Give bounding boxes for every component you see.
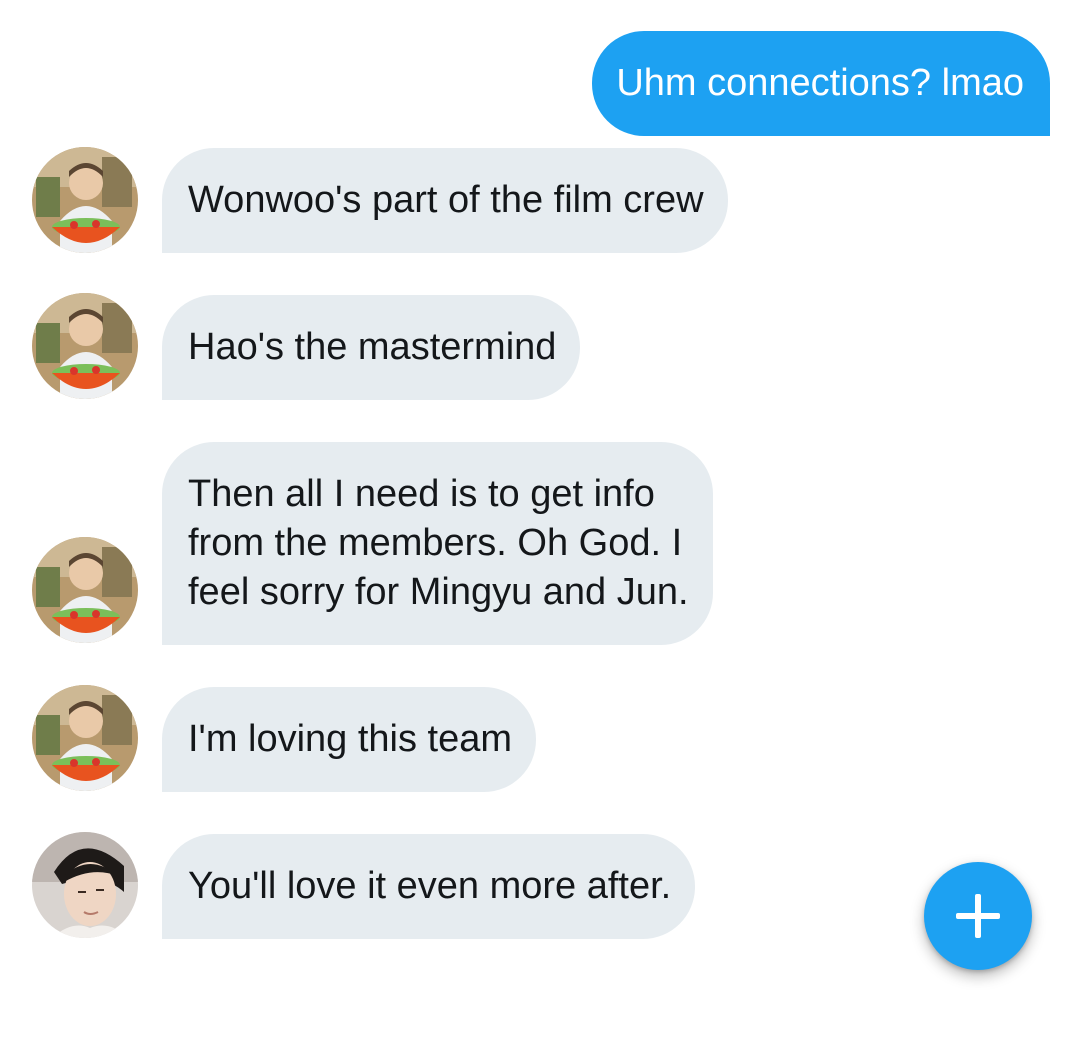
salad-photo-avatar-icon	[32, 685, 138, 791]
incoming-message-bubble[interactable]: I'm loving this team	[162, 687, 537, 792]
plus-icon	[956, 894, 1000, 938]
sender-avatar[interactable]	[32, 685, 138, 791]
outgoing-message-bubble[interactable]: Uhm connections? lmao	[592, 31, 1050, 136]
sender-avatar[interactable]	[32, 537, 138, 643]
sender-avatar[interactable]	[32, 832, 138, 938]
salad-photo-avatar-icon	[32, 537, 138, 643]
incoming-message-bubble[interactable]: You'll love it even more after.	[162, 834, 696, 939]
message-thread: Uhm connections? lmao Wonwoo's part of t…	[0, 0, 1078, 1040]
incoming-message-bubble[interactable]: Then all I need is to get info from the …	[162, 442, 713, 645]
sender-avatar[interactable]	[32, 293, 138, 399]
incoming-message-bubble[interactable]: Hao's the mastermind	[162, 295, 581, 400]
incoming-message-bubble[interactable]: Wonwoo's part of the film crew	[162, 148, 728, 253]
sender-avatar[interactable]	[32, 147, 138, 253]
portrait-photo-avatar-icon	[32, 832, 138, 938]
salad-photo-avatar-icon	[32, 147, 138, 253]
compose-fab-button[interactable]	[924, 862, 1032, 970]
salad-photo-avatar-icon	[32, 293, 138, 399]
